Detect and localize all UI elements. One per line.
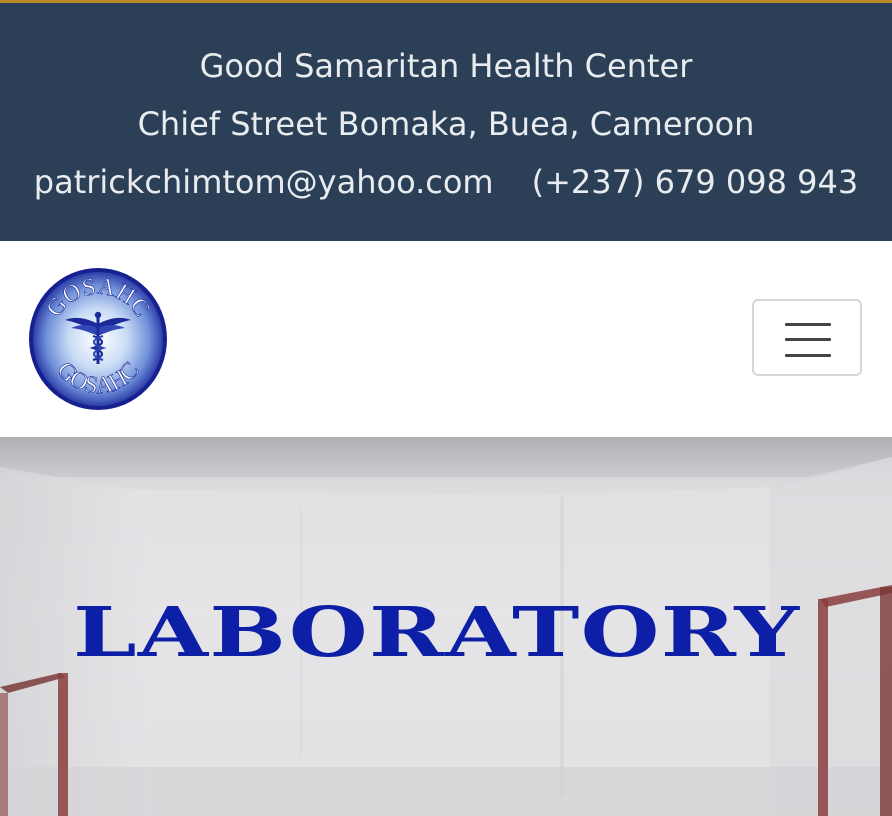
gosahc-logo[interactable]: GOSAHC GOSAHC [27, 266, 169, 412]
page: Good Samaritan Health Center Chief Stree… [0, 0, 892, 816]
hamburger-menu-icon [785, 354, 831, 357]
site-header: GOSAHC GOSAHC [0, 241, 892, 437]
address: Chief Street Bomaka, Buea, Cameroon [137, 105, 755, 143]
org-name: Good Samaritan Health Center [199, 47, 693, 85]
email-link[interactable]: patrickchimtom@yahoo.com [34, 163, 494, 201]
hero-banner: LABORATORY [0, 437, 892, 816]
hamburger-menu-icon [785, 338, 831, 341]
menu-toggle-button[interactable] [752, 299, 862, 376]
phone-link[interactable]: (+237) 679 098 943 [532, 163, 859, 201]
contact-bar: Good Samaritan Health Center Chief Stree… [0, 0, 892, 241]
hero-title: LABORATORY [73, 593, 801, 673]
hamburger-menu-icon [785, 323, 831, 326]
contact-line: patrickchimtom@yahoo.com (+237) 679 098 9… [0, 162, 892, 202]
